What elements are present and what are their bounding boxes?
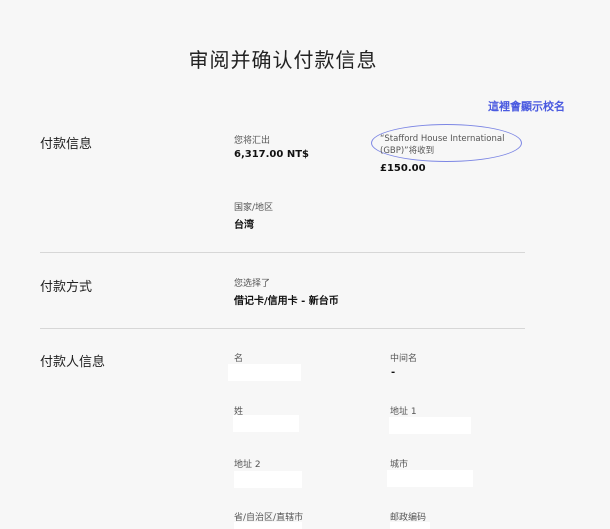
address1-label: 地址 1 — [390, 407, 417, 417]
chosen-method-value: 借记卡/信用卡 - 新台币 — [234, 296, 339, 307]
payment-method-label: 付款方式 — [40, 280, 93, 295]
province-redacted — [234, 522, 302, 529]
payment-info-label: 付款信息 — [40, 137, 93, 152]
recipient-label: “Stafford House International (GBP)”将收到 — [380, 134, 505, 156]
address2-label: 地址 2 — [234, 460, 261, 470]
country-label: 国家/地区 — [234, 203, 274, 213]
school-name-annotation: 這裡會顯示校名 — [488, 100, 565, 113]
middle-name-value: - — [391, 367, 396, 378]
first-name-label: 名 — [234, 354, 244, 364]
address1-redacted — [389, 417, 471, 434]
postcode-redacted — [390, 522, 430, 529]
country-value: 台湾 — [234, 220, 254, 231]
page-title: 审阅并确认付款信息 — [188, 48, 378, 72]
city-label: 城市 — [390, 460, 409, 470]
payer-info-label: 付款人信息 — [40, 355, 106, 370]
section-divider — [40, 328, 525, 329]
recipient-amount-value: £150.00 — [380, 163, 426, 174]
chosen-method-label: 您选择了 — [234, 279, 271, 289]
section-divider — [40, 252, 525, 253]
review-payment-page: 审阅并确认付款信息 這裡會顯示校名 付款信息 您将汇出 6,317.00 NT$… — [0, 0, 610, 529]
send-amount-value: 6,317.00 NT$ — [234, 149, 309, 160]
last-name-redacted — [233, 415, 299, 432]
address2-redacted — [234, 471, 302, 488]
send-amount-label: 您将汇出 — [234, 136, 271, 146]
first-name-redacted — [228, 364, 301, 381]
city-redacted — [387, 470, 473, 487]
middle-name-label: 中间名 — [390, 354, 418, 364]
